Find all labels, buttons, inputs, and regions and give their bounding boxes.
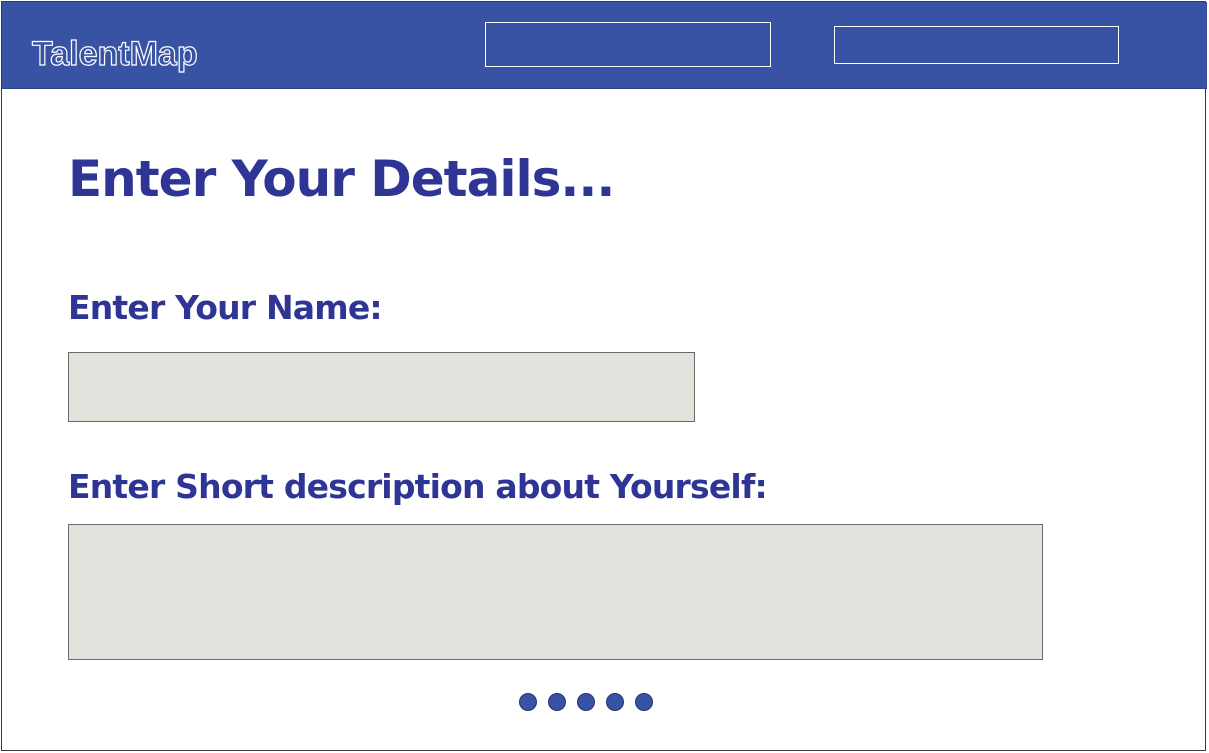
name-input[interactable] bbox=[68, 352, 695, 422]
pagination-dots bbox=[519, 693, 653, 711]
description-textarea[interactable] bbox=[68, 524, 1043, 660]
nav-item-2[interactable] bbox=[834, 26, 1119, 64]
header-bar: TalentMap bbox=[2, 2, 1207, 89]
page-title: Enter Your Details... bbox=[68, 150, 615, 208]
logo[interactable]: TalentMap bbox=[31, 36, 198, 71]
description-label: Enter Short description about Yourself: bbox=[68, 467, 768, 506]
pagination-dot-3[interactable] bbox=[577, 693, 595, 711]
pagination-dot-1[interactable] bbox=[519, 693, 537, 711]
nav-item-1[interactable] bbox=[485, 22, 771, 67]
pagination-dot-4[interactable] bbox=[606, 693, 624, 711]
name-label: Enter Your Name: bbox=[68, 288, 383, 327]
pagination-dot-5[interactable] bbox=[635, 693, 653, 711]
pagination-dot-2[interactable] bbox=[548, 693, 566, 711]
